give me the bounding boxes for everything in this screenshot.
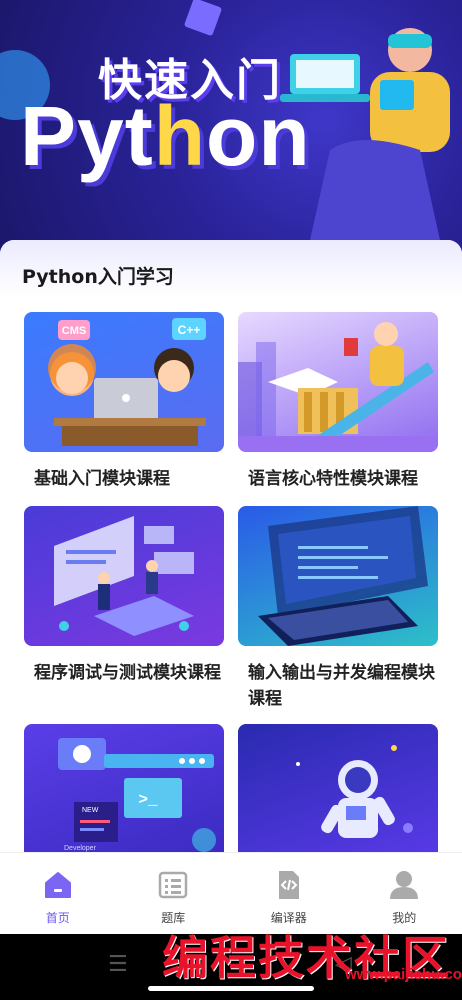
course-title: 语言核心特性模块课程 (248, 469, 418, 489)
home-icon (42, 869, 74, 901)
hero-python-text: Python (20, 89, 311, 183)
course-thumbnail (238, 312, 438, 452)
list-icon (157, 869, 189, 901)
section-header: Python入门学习 (0, 240, 462, 298)
new-tag: NEW (82, 807, 99, 814)
course-thumbnail (24, 506, 224, 646)
course-card[interactable]: 程序调试与测试模块课程 (24, 506, 224, 686)
astronaut-illustration (280, 28, 450, 240)
tab-label: 首页 (45, 911, 70, 925)
course-card[interactable]: 语言核心特性模块课程 (238, 312, 438, 492)
watermark-url: www.paijishu.com (345, 966, 462, 983)
course-title: 程序调试与测试模块课程 (34, 663, 221, 683)
course-title: 输入输出与并发编程模块课程 (248, 663, 435, 709)
menu-icon[interactable]: ☰ (108, 952, 128, 977)
tab-home[interactable]: 首页 (0, 853, 116, 934)
course-thumbnail: CMS C++ (24, 312, 224, 452)
course-card[interactable] (238, 724, 438, 860)
cms-tag: CMS (62, 325, 86, 337)
section-title: Python入门学习 (22, 266, 174, 288)
user-icon (388, 869, 420, 901)
course-card[interactable]: CMS C++ 基础入门模块课程 (24, 312, 224, 492)
course-thumbnail (238, 506, 438, 646)
developer-tag: Developer (64, 845, 97, 852)
course-thumbnail (238, 724, 438, 860)
cube-decoration (183, 0, 223, 37)
code-file-icon (273, 869, 305, 901)
content-sheet: Python入门学习 CMS C++ 基础入门模块课程 语言核心特性模块课程 程… (0, 240, 462, 860)
terminal-prompt: >_ (138, 791, 158, 809)
course-title: 基础入门模块课程 (34, 469, 170, 489)
course-thumbnail: >_ NEW Developer (24, 724, 224, 860)
cpp-tag: C++ (178, 323, 201, 337)
course-card[interactable]: 输入输出与并发编程模块课程 (238, 506, 438, 712)
course-card[interactable]: >_ NEW Developer (24, 724, 224, 860)
